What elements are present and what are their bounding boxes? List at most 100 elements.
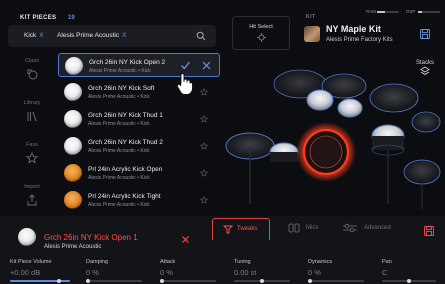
rack-tom-1[interactable] (306, 89, 334, 111)
kick-drum[interactable] (296, 122, 356, 182)
tab-advanced[interactable]: Advanced (338, 218, 404, 240)
list-item-selected[interactable]: Grch 26in NY Kick Open 2 Alesis Prime Ac… (58, 53, 220, 77)
list-item[interactable]: Prl 24in Acrylic Kick Tight Alesis Prime… (58, 188, 220, 212)
drum-kit-view[interactable] (222, 54, 442, 216)
save-icon[interactable] (424, 226, 434, 236)
param-label: Dynamics (308, 259, 333, 265)
tuning-slider[interactable] (234, 279, 290, 283)
list-item-subtitle: Alesis Prime Acoustic • Kick (88, 148, 150, 154)
param-value[interactable]: 0 % (160, 268, 175, 277)
tab-tweaks[interactable]: Tweaks (212, 218, 270, 240)
kit-pieces-header: KIT PIECES 19 Kick X Alesis Prime Acousti… (8, 10, 216, 50)
list-item-subtitle: Alesis Prime Acoustic • Kick (88, 121, 150, 127)
list-item-subtitle: Alesis Prime Acoustic • Kick (88, 94, 150, 100)
list-item-name: Prl 24in Acrylic Kick Tight (88, 193, 161, 200)
tweaks-panel: Grch 26in NY Kick Open 1 Alesis Prime Ac… (0, 216, 445, 284)
tab-label: Mics (306, 225, 319, 231)
rail-item-library[interactable]: Library (12, 100, 52, 124)
param-label: Kit Piece Volume (10, 259, 52, 265)
ride-cymbal-right[interactable] (369, 83, 419, 113)
tweak-parameters: Kit Piece Volume +0.00 dB Damping 0 % At… (0, 256, 445, 284)
favorite-star-icon[interactable] (200, 142, 208, 150)
drum-thumbnail (64, 164, 82, 182)
filter-chip-remove-icon[interactable]: X (39, 32, 43, 39)
list-item-subtitle: Alesis Prime Acoustic • Kick (88, 202, 150, 208)
param-pan: Pan C (382, 259, 392, 277)
favorite-star-icon[interactable] (200, 115, 208, 123)
clear-piece-close-icon[interactable] (182, 236, 189, 243)
rail-item-import[interactable]: Import (12, 184, 52, 208)
filter-chip-kick[interactable]: Kick X (20, 30, 48, 42)
slider-knob[interactable] (86, 279, 90, 283)
class-icon (27, 69, 38, 80)
tab-label: Tweaks (237, 226, 258, 232)
advanced-icon (343, 223, 357, 233)
mics-icon (288, 223, 300, 233)
slider-knob[interactable] (260, 279, 264, 283)
pan-slider[interactable] (382, 279, 436, 283)
search-icon[interactable] (196, 31, 206, 41)
kit-subtitle: Alesis Prime Factory Kits (326, 37, 393, 43)
favorite-star-icon[interactable] (200, 169, 208, 177)
crash-cymbal-right[interactable] (403, 159, 441, 185)
volume-slider[interactable] (10, 279, 70, 283)
param-dynamics: Dynamics 0 % (308, 259, 332, 277)
list-item-subtitle: Alesis Prime Acoustic • Kick (88, 175, 150, 181)
favorite-star-icon[interactable] (200, 196, 208, 204)
kit-name: NY Maple Kit (326, 24, 381, 34)
hit-select-button[interactable]: Hit Select (232, 16, 290, 50)
list-item[interactable]: Grch 26in NY Kick Soft Alesis Prime Acou… (58, 80, 220, 104)
damping-slider[interactable] (86, 279, 142, 283)
rail-item-label: Favs (26, 142, 38, 148)
param-value[interactable]: 0 % (308, 268, 332, 277)
kit-label: KIT (306, 14, 316, 20)
slider-knob[interactable] (160, 279, 164, 283)
slider-knob[interactable] (308, 279, 312, 283)
drum-thumbnail (64, 191, 82, 209)
filter-bar[interactable]: Kick X Alesis Prime Acoustic X (8, 25, 216, 47)
tab-mics[interactable]: Mics (282, 218, 332, 240)
list-item[interactable]: Grch 26in NY Kick Thud 1 Alesis Prime Ac… (58, 107, 220, 131)
param-label: Damping (86, 259, 109, 265)
favorite-star-icon[interactable] (200, 88, 208, 96)
param-kit-piece-volume: Kit Piece Volume +0.00 dB (10, 259, 52, 277)
slider-knob[interactable] (57, 279, 62, 283)
splash-cymbal[interactable] (411, 111, 441, 133)
param-value[interactable]: +0.00 dB (10, 268, 52, 277)
list-item-name: Grch 26in NY Kick Open 2 (89, 59, 166, 66)
selected-piece-name: Grch 26in NY Kick Open 1 (44, 233, 138, 242)
rail-item-class[interactable]: Class (12, 58, 52, 82)
rail-item-favs[interactable]: Favs (12, 142, 52, 166)
filter-chip-label: Kick (24, 32, 37, 39)
param-value[interactable]: C (382, 268, 392, 277)
param-value[interactable]: 0 % (86, 268, 108, 277)
stacks-button[interactable]: Stacks (410, 60, 440, 78)
kit-selector[interactable]: KIT NY Maple Kit Alesis Prime Factory Ki… (296, 12, 438, 52)
attack-slider[interactable] (160, 279, 216, 283)
confirm-check-icon[interactable] (180, 60, 191, 71)
layers-icon (420, 66, 430, 75)
slider-knob[interactable] (407, 279, 411, 283)
hand-cursor-icon (176, 73, 193, 95)
hit-select-label: Hit Select (249, 24, 273, 30)
filter-chip-alesis[interactable]: Alesis Prime Acoustic X (53, 30, 130, 42)
library-icon (27, 111, 37, 122)
dynamics-slider[interactable] (308, 279, 364, 283)
drum-thumbnail (65, 57, 83, 75)
tweaks-icon (223, 225, 233, 234)
filter-chip-remove-icon[interactable]: X (122, 32, 126, 39)
param-attack: Attack 0 % (160, 259, 175, 277)
cancel-close-icon[interactable] (202, 61, 211, 70)
selected-kit-piece: Grch 26in NY Kick Open 1 Alesis Prime Ac… (10, 224, 210, 254)
drum-thumbnail (64, 137, 82, 155)
drum-thumbnail (64, 110, 82, 128)
list-item[interactable]: Grch 26in NY Kick Thud 2 Alesis Prime Ac… (58, 134, 220, 158)
list-item[interactable]: Prl 24in Acrylic Kick Open Alesis Prime … (58, 161, 220, 185)
param-value[interactable]: 0.00 st (234, 268, 257, 277)
filter-chip-label: Alesis Prime Acoustic (57, 32, 120, 39)
drum-thumbnail (18, 228, 36, 246)
save-icon[interactable] (420, 29, 430, 39)
snare-drum[interactable] (269, 142, 299, 162)
rack-tom-2[interactable] (337, 98, 363, 118)
list-item-name: Grch 26in NY Kick Soft (88, 85, 155, 92)
